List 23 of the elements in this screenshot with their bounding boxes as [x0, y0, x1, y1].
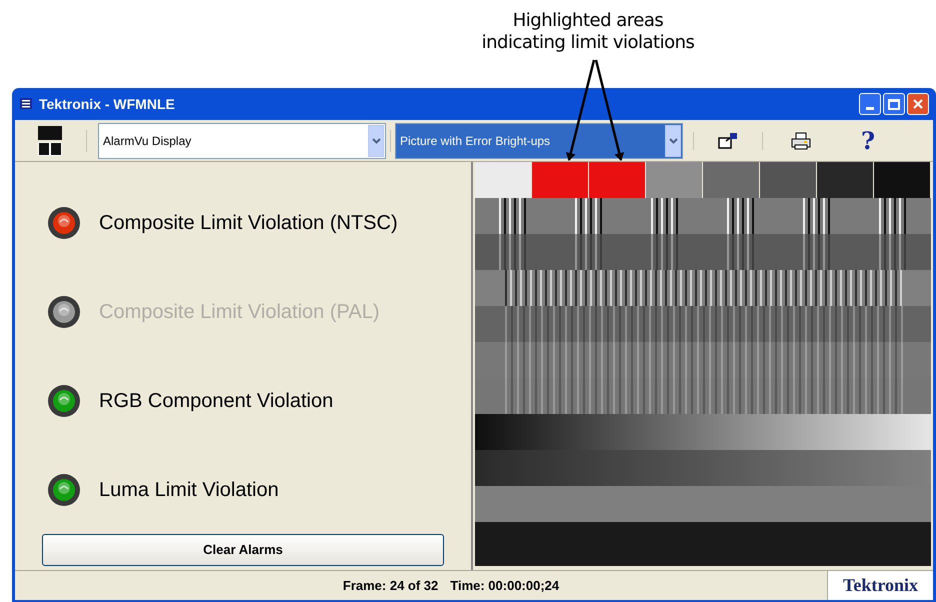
caret-icon[interactable] [665, 124, 681, 156]
dropdown[interactable]: Picture with Error Bright-ups [395, 122, 683, 158]
help-icon[interactable]: ? [861, 128, 876, 152]
caret-icon[interactable] [368, 124, 384, 156]
print-icon[interactable] [791, 132, 811, 150]
close-icon[interactable] [912, 98, 924, 110]
clear-alarms-button[interactable]: Clear Alarms [42, 534, 444, 566]
timecode: Time: 00:00:00;24 [450, 576, 560, 595]
callout-text: Highlighted areas indicating limit violations [482, 10, 694, 54]
alarm-label: Composite Limit Violation (NTSC) [99, 210, 398, 236]
maximize-button[interactable] [883, 93, 905, 115]
properties-icon[interactable] [718, 132, 738, 150]
alarm-label: RGB Component Violation [99, 388, 334, 414]
minimize-button[interactable] [859, 93, 881, 115]
alarm-label: Luma Limit Violation [99, 478, 279, 502]
app-icon [19, 97, 33, 111]
layout-icon[interactable] [38, 126, 62, 156]
dropdown[interactable]: AlarmVu Display [98, 122, 386, 158]
alarm-label: Composite Limit Violation (PAL) [99, 300, 380, 324]
window-title: Tektronix - WFMNLE [39, 94, 175, 114]
brand-logo: Tektronix [842, 574, 918, 597]
close-button[interactable] [907, 93, 929, 115]
frame-counter: Frame: 24 of 32 [342, 576, 438, 595]
